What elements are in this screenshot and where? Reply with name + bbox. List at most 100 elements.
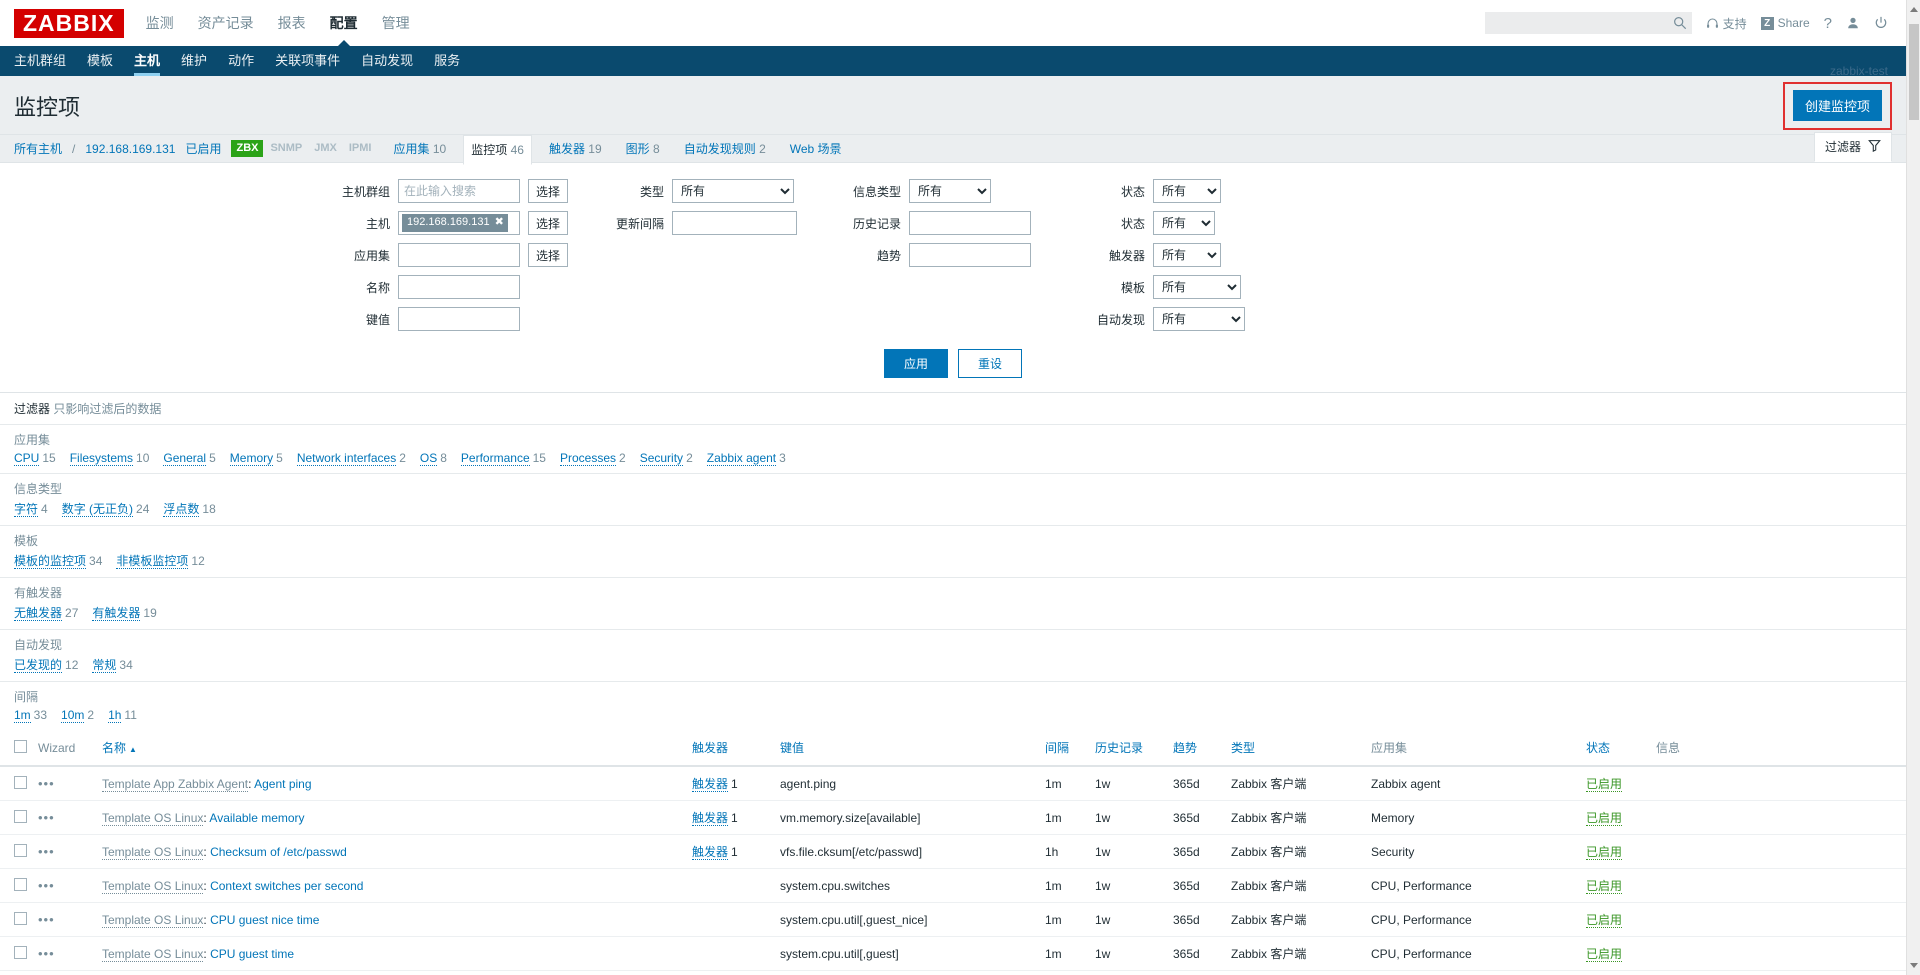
row-key-link[interactable]: system.cpu.switches: [780, 879, 890, 893]
signout-link[interactable]: [1874, 16, 1888, 30]
subfilter-link[interactable]: 常规: [92, 658, 117, 673]
wizard-menu-icon[interactable]: •••: [38, 946, 55, 961]
subfilter-link[interactable]: 非模板监控项: [116, 554, 189, 569]
column-interval[interactable]: 间隔: [1041, 730, 1091, 767]
row-trigger-link[interactable]: 触发器: [692, 845, 729, 860]
trend-input[interactable]: [909, 243, 1031, 267]
close-icon[interactable]: ✖: [495, 216, 504, 229]
row-checkbox[interactable]: [14, 945, 27, 959]
row-item-link[interactable]: Agent ping: [254, 777, 311, 791]
subfilter-link[interactable]: 无触发器: [14, 606, 63, 621]
appset-input[interactable]: [398, 243, 520, 267]
key-input[interactable]: [398, 307, 520, 331]
row-item-link[interactable]: CPU guest nice time: [210, 913, 319, 927]
sidebar-item-correlation[interactable]: 关联项事件: [275, 46, 340, 76]
info-type-select[interactable]: 所有: [909, 179, 991, 203]
row-status-link[interactable]: 已启用: [1586, 913, 1623, 928]
column-name[interactable]: 名称 ▲: [98, 730, 688, 767]
row-template-link[interactable]: Template OS Linux: [102, 844, 204, 860]
column-trigger[interactable]: 触发器: [688, 730, 776, 767]
subfilter-link[interactable]: Security: [639, 451, 684, 466]
subfilter-link[interactable]: 1h: [108, 708, 122, 723]
nav-item-monitoring[interactable]: 监测: [146, 0, 174, 46]
sidebar-item-discovery[interactable]: 自动发现: [361, 46, 413, 76]
nav-item-inventory[interactable]: 资产记录: [198, 0, 254, 46]
scroll-up-icon[interactable]: [1910, 7, 1918, 12]
tab-applications[interactable]: 应用集 10: [387, 135, 454, 163]
share-link[interactable]: Z Share: [1760, 16, 1810, 30]
scroll-down-icon[interactable]: [1910, 963, 1918, 968]
subfilter-link[interactable]: 数字 (无正负): [61, 502, 134, 517]
state-select[interactable]: 所有: [1153, 179, 1221, 203]
tab-web-scenarios[interactable]: Web 场景: [783, 135, 849, 163]
type-select[interactable]: 所有: [672, 179, 794, 203]
row-template-link[interactable]: Template OS Linux: [102, 878, 204, 894]
subfilter-link[interactable]: Processes: [559, 451, 617, 466]
column-type[interactable]: 类型: [1227, 730, 1367, 767]
column-status[interactable]: 状态: [1582, 730, 1652, 767]
subfilter-link[interactable]: 已发现的: [14, 658, 63, 673]
reset-button[interactable]: 重设: [958, 349, 1023, 378]
row-checkbox[interactable]: [14, 877, 27, 891]
row-key-link[interactable]: vm.memory.size[available]: [780, 811, 920, 825]
subfilter-link[interactable]: 模板的监控项: [14, 554, 87, 569]
sidebar-item-hosts[interactable]: 主机: [134, 46, 161, 76]
row-checkbox[interactable]: [14, 809, 27, 823]
name-input[interactable]: [398, 275, 520, 299]
search-input[interactable]: [1489, 15, 1673, 31]
row-status-link[interactable]: 已启用: [1586, 947, 1623, 962]
nav-item-reports[interactable]: 报表: [278, 0, 306, 46]
subfilter-link[interactable]: CPU: [14, 451, 40, 466]
column-key[interactable]: 键值: [776, 730, 1041, 767]
row-template-link[interactable]: Template App Zabbix Agent: [102, 776, 249, 792]
subfilter-link[interactable]: 字符: [14, 502, 39, 517]
host-status-link[interactable]: 已启用: [185, 140, 221, 157]
subfilter-link[interactable]: 有触发器: [92, 606, 141, 621]
tab-triggers[interactable]: 触发器 19: [542, 135, 609, 163]
zabbix-logo[interactable]: ZABBIX: [14, 8, 124, 38]
subfilter-link[interactable]: Zabbix agent: [706, 451, 777, 466]
hostgroup-input[interactable]: [398, 179, 520, 203]
host-multiselect[interactable]: 192.168.169.131 ✖: [398, 211, 520, 235]
row-status-link[interactable]: 已启用: [1586, 777, 1623, 792]
subfilter-link[interactable]: General: [163, 451, 207, 466]
update-interval-input[interactable]: [672, 211, 797, 235]
template-select[interactable]: 所有: [1153, 275, 1241, 299]
status-select[interactable]: 所有: [1153, 211, 1215, 235]
user-profile-link[interactable]: [1846, 16, 1860, 30]
row-status-link[interactable]: 已启用: [1586, 845, 1623, 860]
scrollbar-thumb[interactable]: [1909, 24, 1919, 120]
page-scrollbar[interactable]: [1906, 0, 1920, 975]
row-item-link[interactable]: Checksum of /etc/passwd: [210, 845, 347, 859]
breadcrumb-host[interactable]: 192.168.169.131: [85, 142, 175, 156]
subfilter-link[interactable]: 1m: [14, 708, 31, 723]
row-trigger-link[interactable]: 触发器: [692, 811, 729, 826]
row-checkbox[interactable]: [14, 843, 27, 857]
support-link[interactable]: 支持: [1706, 15, 1747, 32]
tab-items[interactable]: 监控项 46: [463, 134, 532, 165]
discovery-select[interactable]: 所有: [1153, 307, 1245, 331]
row-item-link[interactable]: CPU guest time: [210, 947, 294, 961]
history-input[interactable]: [909, 211, 1031, 235]
host-select-button[interactable]: 选择: [528, 211, 568, 235]
subfilter-link[interactable]: Performance: [460, 451, 530, 466]
help-link[interactable]: ?: [1824, 15, 1832, 32]
subfilter-link[interactable]: 10m: [61, 708, 85, 723]
nav-item-administration[interactable]: 管理: [382, 0, 410, 46]
tab-graphs[interactable]: 图形 8: [619, 135, 667, 163]
subfilter-link[interactable]: Filesystems: [69, 451, 134, 466]
wizard-menu-icon[interactable]: •••: [38, 912, 55, 927]
row-checkbox[interactable]: [14, 911, 27, 925]
row-checkbox[interactable]: [14, 775, 27, 789]
wizard-menu-icon[interactable]: •••: [38, 844, 55, 859]
row-key-link[interactable]: system.cpu.util[,guest]: [780, 947, 899, 961]
row-template-link[interactable]: Template OS Linux: [102, 912, 204, 928]
column-history[interactable]: 历史记录: [1091, 730, 1169, 767]
row-template-link[interactable]: Template OS Linux: [102, 946, 204, 962]
sidebar-item-actions[interactable]: 动作: [228, 46, 254, 76]
wizard-menu-icon[interactable]: •••: [38, 878, 55, 893]
row-key-link[interactable]: agent.ping: [780, 777, 836, 791]
create-item-button[interactable]: 创建监控项: [1792, 90, 1882, 121]
subfilter-link[interactable]: Network interfaces: [296, 451, 397, 466]
appset-select-button[interactable]: 选择: [528, 243, 568, 267]
